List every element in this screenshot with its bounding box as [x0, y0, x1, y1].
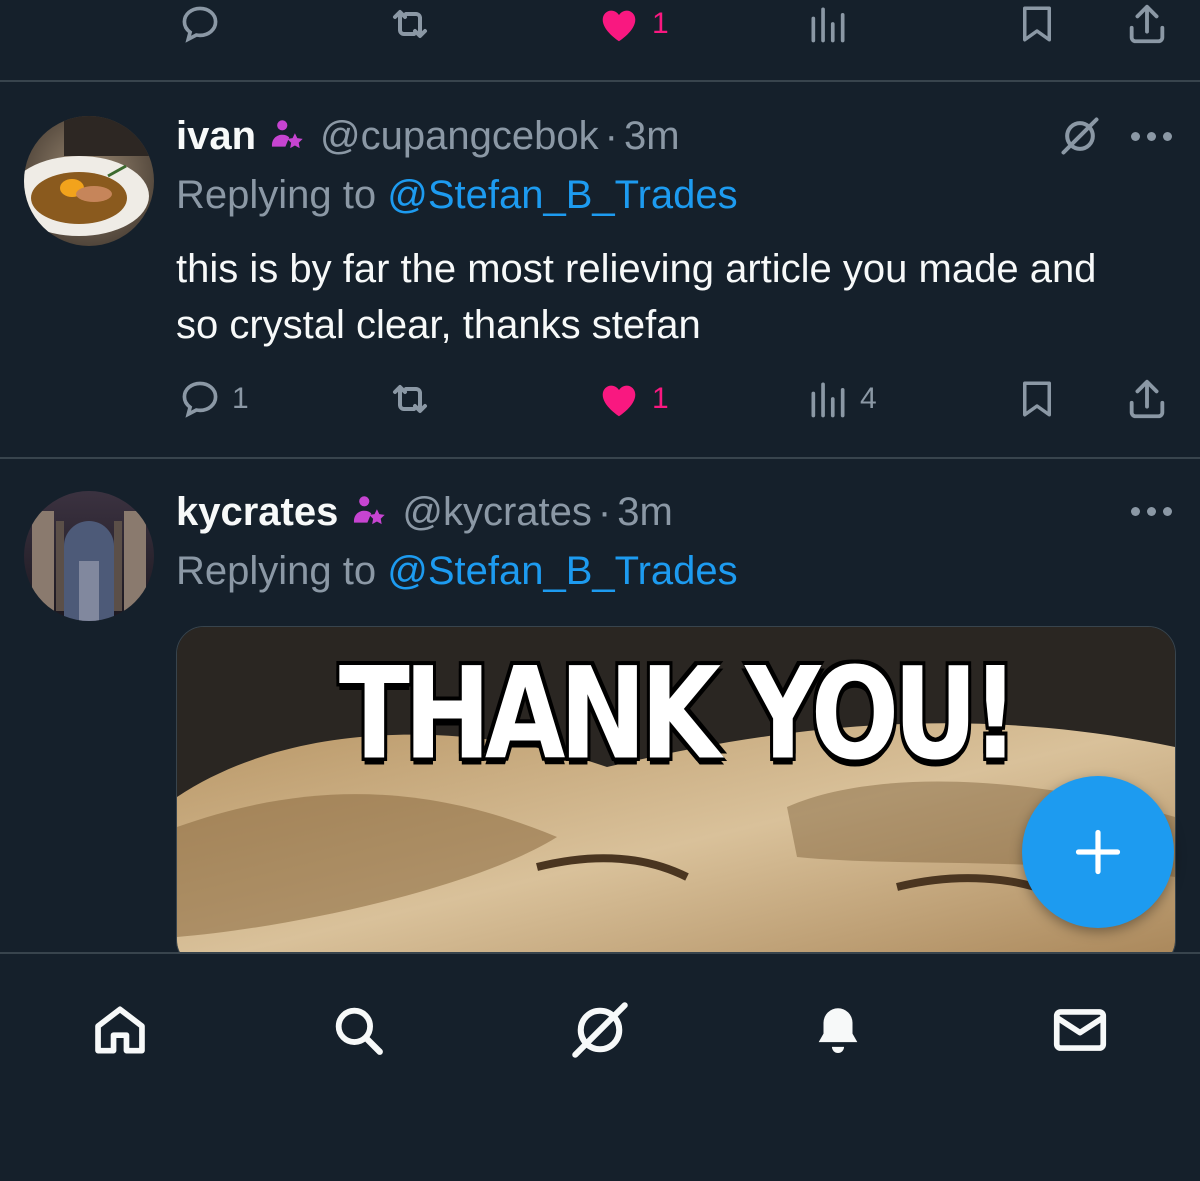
compose-button[interactable] — [1022, 776, 1174, 928]
more-dot — [1131, 132, 1140, 141]
bookmark-button[interactable] — [1016, 369, 1058, 429]
bookmark-icon — [1023, 6, 1051, 42]
retweet-icon — [393, 10, 427, 38]
share-icon — [1129, 4, 1165, 44]
gif-media[interactable]: THANK YOU! — [176, 626, 1176, 968]
bookmark-icon — [1023, 381, 1051, 417]
like-count: 1 — [652, 7, 669, 40]
retweet-button[interactable] — [386, 0, 444, 54]
timestamp[interactable]: 3m — [624, 114, 680, 159]
like-button[interactable]: 1 — [596, 369, 669, 429]
reply-icon — [182, 6, 218, 43]
divider — [0, 457, 1200, 459]
bookmark-button[interactable] — [1016, 0, 1058, 54]
replying-prefix: Replying to — [176, 173, 388, 217]
replying-to: Replying to @Stefan_B_Trades — [176, 173, 738, 218]
replying-prefix: Replying to — [176, 549, 388, 593]
more-dot — [1147, 132, 1156, 141]
grok-icon — [572, 1002, 628, 1058]
timestamp[interactable]: 3m — [617, 490, 673, 535]
reply-button[interactable]: 1 — [178, 369, 249, 429]
bottom-nav — [0, 952, 1200, 1181]
bell-icon — [818, 1008, 858, 1053]
tweet-text: this is by far the most relieving articl… — [176, 247, 1097, 347]
gif-caption: THANK YOU! — [338, 639, 1019, 788]
avatar[interactable] — [24, 116, 154, 246]
mention-link[interactable]: @Stefan_B_Trades — [387, 549, 737, 593]
nav-home[interactable] — [80, 990, 160, 1070]
separator-dot: · — [604, 114, 618, 158]
display-name[interactable]: kycrates — [176, 490, 338, 535]
tweet-header: kycrates @kycrates · 3m — [176, 487, 673, 535]
more-options-button[interactable] — [1131, 132, 1172, 141]
previous-tweet-actions: 1 — [0, 0, 1200, 54]
nav-notifications[interactable] — [798, 990, 878, 1070]
home-icon — [95, 1006, 145, 1054]
nav-grok[interactable] — [560, 990, 640, 1070]
reply-icon — [182, 381, 218, 418]
heart-filled-icon — [602, 10, 636, 42]
more-dot — [1163, 132, 1172, 141]
share-button[interactable] — [1124, 0, 1170, 54]
more-options-button[interactable] — [1131, 507, 1172, 516]
user-handle[interactable]: @cupangcebok — [320, 114, 599, 159]
more-dot — [1163, 507, 1172, 516]
retweet-icon — [393, 385, 427, 413]
views-button[interactable]: 4 — [806, 369, 877, 429]
tweet-header: ivan @cupangcebok · 3m — [176, 111, 680, 159]
heart-filled-icon — [602, 385, 636, 417]
separator-dot: · — [597, 490, 612, 534]
affiliate-badge-icon — [350, 491, 388, 539]
views-icon — [811, 7, 845, 43]
tweet-actions: 1 1 4 — [0, 369, 1200, 429]
more-dot — [1147, 507, 1156, 516]
divider — [0, 80, 1200, 82]
user-handle[interactable]: @kycrates — [402, 490, 592, 535]
display-name[interactable]: ivan — [176, 114, 256, 159]
plus-icon — [1075, 829, 1121, 875]
views-button[interactable] — [806, 0, 860, 54]
nav-messages[interactable] — [1040, 990, 1120, 1070]
mail-icon — [1053, 1009, 1107, 1051]
more-dot — [1131, 507, 1140, 516]
share-button[interactable] — [1124, 369, 1170, 429]
reply-button[interactable] — [178, 0, 232, 54]
mention-link[interactable]: @Stefan_B_Trades — [387, 173, 737, 217]
reply-count: 1 — [232, 382, 249, 415]
grok-icon[interactable] — [1058, 114, 1102, 163]
affiliate-badge-icon — [268, 115, 306, 163]
avatar[interactable] — [24, 491, 154, 621]
views-icon — [811, 382, 845, 418]
replying-to: Replying to @Stefan_B_Trades — [176, 549, 738, 594]
retweet-button[interactable] — [386, 369, 444, 429]
like-count: 1 — [652, 382, 669, 415]
like-button[interactable]: 1 — [596, 0, 669, 54]
nav-search[interactable] — [318, 990, 398, 1070]
share-icon — [1129, 379, 1165, 419]
search-icon — [335, 1007, 383, 1055]
views-count: 4 — [860, 382, 877, 415]
